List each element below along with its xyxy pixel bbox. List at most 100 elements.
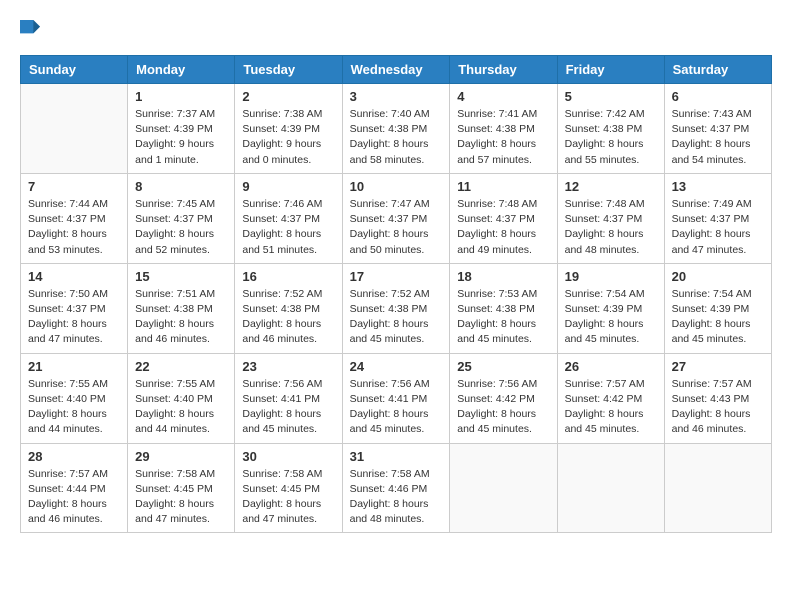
cell-info: Sunrise: 7:38 AM Sunset: 4:39 PM Dayligh…	[242, 107, 334, 168]
calendar-header: SundayMondayTuesdayWednesdayThursdayFrid…	[21, 56, 772, 84]
calendar-table: SundayMondayTuesdayWednesdayThursdayFrid…	[20, 55, 772, 533]
week-row-1: 1Sunrise: 7:37 AM Sunset: 4:39 PM Daylig…	[21, 84, 772, 174]
cell-info: Sunrise: 7:54 AM Sunset: 4:39 PM Dayligh…	[565, 287, 657, 348]
calendar-cell: 20 Sunrise: 7:54 AM Sunset: 4:39 PM Dayli…	[664, 263, 771, 353]
calendar-cell: 16Sunrise: 7:52 AM Sunset: 4:38 PM Dayli…	[235, 263, 342, 353]
cell-info: Sunrise: 7:54 AM Sunset: 4:39 PM Dayligh…	[672, 287, 764, 348]
cell-info: Sunrise: 7:52 AM Sunset: 4:38 PM Dayligh…	[350, 287, 443, 348]
day-number: 25	[457, 359, 549, 374]
calendar-cell: 27 Sunrise: 7:57 AM Sunset: 4:43 PM Dayli…	[664, 353, 771, 443]
day-number: 11	[457, 179, 549, 194]
cell-info: Sunrise: 7:58 AM Sunset: 4:46 PM Dayligh…	[350, 467, 443, 528]
day-number: 29	[135, 449, 227, 464]
col-header-saturday: Saturday	[664, 56, 771, 84]
cell-info: Sunrise: 7:50 AM Sunset: 4:37 PM Dayligh…	[28, 287, 120, 348]
logo	[20, 20, 44, 45]
calendar-cell: 28 Sunrise: 7:57 AM Sunset: 4:44 PM Dayli…	[21, 443, 128, 533]
cell-info: Sunrise: 7:52 AM Sunset: 4:38 PM Dayligh…	[242, 287, 334, 348]
day-number: 26	[565, 359, 657, 374]
calendar-cell: 23 Sunrise: 7:56 AM Sunset: 4:41 PM Dayli…	[235, 353, 342, 443]
day-number: 28	[28, 449, 120, 464]
day-number: 1	[135, 89, 227, 104]
day-number: 31	[350, 449, 443, 464]
day-number: 14	[28, 269, 120, 284]
calendar-cell: 13Sunrise: 7:49 AM Sunset: 4:37 PM Dayli…	[664, 173, 771, 263]
cell-info: Sunrise: 7:56 AM Sunset: 4:41 PM Dayligh…	[242, 377, 334, 438]
calendar-cell	[21, 84, 128, 174]
logo-image	[20, 20, 40, 45]
calendar-cell: 21 Sunrise: 7:55 AM Sunset: 4:40 PM Dayli…	[21, 353, 128, 443]
day-number: 12	[565, 179, 657, 194]
day-number: 24	[350, 359, 443, 374]
week-row-3: 14 Sunrise: 7:50 AM Sunset: 4:37 PM Dayli…	[21, 263, 772, 353]
day-number: 10	[350, 179, 443, 194]
col-header-friday: Friday	[557, 56, 664, 84]
calendar-cell: 7Sunrise: 7:44 AM Sunset: 4:37 PM Daylig…	[21, 173, 128, 263]
day-number: 15	[135, 269, 227, 284]
cell-info: Sunrise: 7:44 AM Sunset: 4:37 PM Dayligh…	[28, 197, 120, 258]
cell-info: Sunrise: 7:56 AM Sunset: 4:42 PM Dayligh…	[457, 377, 549, 438]
day-number: 20	[672, 269, 764, 284]
cell-info: Sunrise: 7:49 AM Sunset: 4:37 PM Dayligh…	[672, 197, 764, 258]
calendar-cell: 17 Sunrise: 7:52 AM Sunset: 4:38 PM Dayli…	[342, 263, 450, 353]
calendar-cell: 25 Sunrise: 7:56 AM Sunset: 4:42 PM Dayli…	[450, 353, 557, 443]
page-header	[20, 20, 772, 45]
calendar-cell: 30 Sunrise: 7:58 AM Sunset: 4:45 PM Dayli…	[235, 443, 342, 533]
cell-info: Sunrise: 7:57 AM Sunset: 4:43 PM Dayligh…	[672, 377, 764, 438]
calendar-cell: 18Sunrise: 7:53 AM Sunset: 4:38 PM Dayli…	[450, 263, 557, 353]
cell-info: Sunrise: 7:48 AM Sunset: 4:37 PM Dayligh…	[457, 197, 549, 258]
calendar-cell: 24 Sunrise: 7:56 AM Sunset: 4:41 PM Dayli…	[342, 353, 450, 443]
calendar-cell: 14 Sunrise: 7:50 AM Sunset: 4:37 PM Dayli…	[21, 263, 128, 353]
cell-info: Sunrise: 7:55 AM Sunset: 4:40 PM Dayligh…	[135, 377, 227, 438]
cell-info: Sunrise: 7:53 AM Sunset: 4:38 PM Dayligh…	[457, 287, 549, 348]
col-header-monday: Monday	[128, 56, 235, 84]
cell-info: Sunrise: 7:55 AM Sunset: 4:40 PM Dayligh…	[28, 377, 120, 438]
day-number: 17	[350, 269, 443, 284]
cell-info: Sunrise: 7:43 AM Sunset: 4:37 PM Dayligh…	[672, 107, 764, 168]
calendar-cell: 4Sunrise: 7:41 AM Sunset: 4:38 PM Daylig…	[450, 84, 557, 174]
calendar-cell: 15Sunrise: 7:51 AM Sunset: 4:38 PM Dayli…	[128, 263, 235, 353]
calendar-cell: 12 Sunrise: 7:48 AM Sunset: 4:37 PM Dayli…	[557, 173, 664, 263]
cell-info: Sunrise: 7:41 AM Sunset: 4:38 PM Dayligh…	[457, 107, 549, 168]
col-header-thursday: Thursday	[450, 56, 557, 84]
cell-info: Sunrise: 7:57 AM Sunset: 4:42 PM Dayligh…	[565, 377, 657, 438]
col-header-sunday: Sunday	[21, 56, 128, 84]
calendar-cell	[450, 443, 557, 533]
day-number: 23	[242, 359, 334, 374]
day-number: 8	[135, 179, 227, 194]
calendar-cell: 8Sunrise: 7:45 AM Sunset: 4:37 PM Daylig…	[128, 173, 235, 263]
cell-info: Sunrise: 7:56 AM Sunset: 4:41 PM Dayligh…	[350, 377, 443, 438]
week-row-5: 28 Sunrise: 7:57 AM Sunset: 4:44 PM Dayli…	[21, 443, 772, 533]
calendar-cell: 11 Sunrise: 7:48 AM Sunset: 4:37 PM Dayli…	[450, 173, 557, 263]
calendar-cell	[557, 443, 664, 533]
cell-info: Sunrise: 7:48 AM Sunset: 4:37 PM Dayligh…	[565, 197, 657, 258]
day-number: 2	[242, 89, 334, 104]
calendar-cell: 26 Sunrise: 7:57 AM Sunset: 4:42 PM Dayli…	[557, 353, 664, 443]
day-number: 19	[565, 269, 657, 284]
cell-info: Sunrise: 7:57 AM Sunset: 4:44 PM Dayligh…	[28, 467, 120, 528]
day-number: 21	[28, 359, 120, 374]
calendar-cell: 2 Sunrise: 7:38 AM Sunset: 4:39 PM Daylig…	[235, 84, 342, 174]
day-number: 5	[565, 89, 657, 104]
day-number: 22	[135, 359, 227, 374]
cell-info: Sunrise: 7:46 AM Sunset: 4:37 PM Dayligh…	[242, 197, 334, 258]
week-row-4: 21 Sunrise: 7:55 AM Sunset: 4:40 PM Dayli…	[21, 353, 772, 443]
calendar-cell: 10Sunrise: 7:47 AM Sunset: 4:37 PM Dayli…	[342, 173, 450, 263]
calendar-cell: 31 Sunrise: 7:58 AM Sunset: 4:46 PM Dayli…	[342, 443, 450, 533]
calendar-cell: 9 Sunrise: 7:46 AM Sunset: 4:37 PM Daylig…	[235, 173, 342, 263]
calendar-cell	[664, 443, 771, 533]
calendar-cell: 5Sunrise: 7:42 AM Sunset: 4:38 PM Daylig…	[557, 84, 664, 174]
day-number: 30	[242, 449, 334, 464]
day-number: 9	[242, 179, 334, 194]
day-number: 6	[672, 89, 764, 104]
week-row-2: 7Sunrise: 7:44 AM Sunset: 4:37 PM Daylig…	[21, 173, 772, 263]
calendar-cell: 19 Sunrise: 7:54 AM Sunset: 4:39 PM Dayli…	[557, 263, 664, 353]
calendar-cell: 3Sunrise: 7:40 AM Sunset: 4:38 PM Daylig…	[342, 84, 450, 174]
col-header-tuesday: Tuesday	[235, 56, 342, 84]
cell-info: Sunrise: 7:58 AM Sunset: 4:45 PM Dayligh…	[242, 467, 334, 528]
cell-info: Sunrise: 7:58 AM Sunset: 4:45 PM Dayligh…	[135, 467, 227, 528]
col-header-wednesday: Wednesday	[342, 56, 450, 84]
calendar-cell: 1Sunrise: 7:37 AM Sunset: 4:39 PM Daylig…	[128, 84, 235, 174]
cell-info: Sunrise: 7:40 AM Sunset: 4:38 PM Dayligh…	[350, 107, 443, 168]
day-number: 27	[672, 359, 764, 374]
